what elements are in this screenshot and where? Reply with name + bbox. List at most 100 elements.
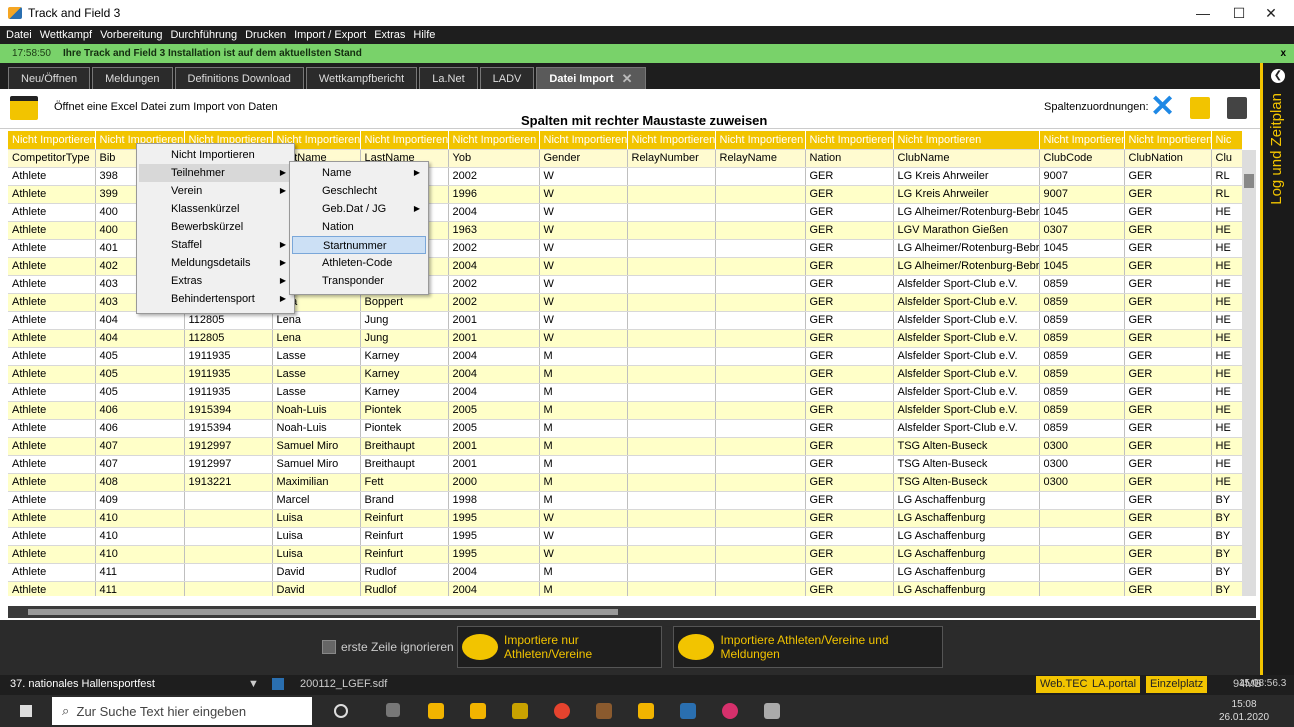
table-cell[interactable] — [184, 527, 273, 546]
chrome-icon[interactable] — [554, 703, 570, 719]
table-cell[interactable]: GER — [805, 365, 894, 384]
table-cell[interactable]: Alsfelder Sport-Club e.V. — [893, 383, 1040, 402]
table-cell[interactable]: ClubName — [893, 149, 1040, 168]
taskbar-search-input[interactable]: ⌕ Zur Suche Text hier eingeben — [52, 697, 312, 725]
table-cell[interactable] — [627, 419, 716, 438]
table-cell[interactable]: W — [539, 329, 628, 348]
table-cell[interactable]: GER — [805, 257, 894, 276]
table-cell[interactable]: Jung — [360, 329, 449, 348]
table-cell[interactable] — [715, 383, 806, 402]
table-cell[interactable]: 2004 — [448, 203, 540, 222]
table-cell[interactable] — [627, 239, 716, 258]
table-cell[interactable]: Lena — [272, 329, 361, 348]
table-row[interactable]: Athlete 410 Luisa Reinfurt 1995 W GER LG Aschaf… — [8, 509, 1242, 528]
table-cell[interactable]: 1045 — [1039, 239, 1125, 258]
table-cell[interactable]: GER — [805, 455, 894, 474]
table-cell[interactable]: HE — [1211, 383, 1242, 402]
menu-extras[interactable]: Extras — [374, 29, 405, 41]
table-cell[interactable]: Athlete — [8, 203, 96, 222]
table-cell[interactable] — [627, 437, 716, 456]
table-cell[interactable]: GER — [1124, 419, 1212, 438]
menu-item[interactable]: Geb.Dat / JG ▶ — [292, 200, 426, 218]
table-cell[interactable]: 405 — [95, 347, 185, 366]
table-cell[interactable]: Athlete — [8, 545, 96, 564]
table-cell[interactable]: LG Aschaffenburg — [893, 491, 1040, 510]
table-cell[interactable]: Nic — [1211, 131, 1242, 150]
table-cell[interactable]: HE — [1211, 329, 1242, 348]
table-cell[interactable]: GER — [1124, 455, 1212, 474]
table-cell[interactable]: GER — [805, 347, 894, 366]
menu-vorbereitung[interactable]: Vorbereitung — [100, 29, 162, 41]
table-cell[interactable]: M — [539, 581, 628, 596]
table-cell[interactable]: HE — [1211, 203, 1242, 222]
table-cell[interactable]: Alsfelder Sport-Club e.V. — [893, 311, 1040, 330]
table-row[interactable]: Athlete 405 1911935 Lasse Karney 2004 M GER Alsf… — [8, 347, 1242, 366]
table-cell[interactable] — [715, 329, 806, 348]
table-cell[interactable] — [715, 545, 806, 564]
table-cell[interactable] — [715, 509, 806, 528]
table-cell[interactable]: RelayNumber — [627, 149, 716, 168]
table-cell[interactable] — [627, 509, 716, 528]
scrollbar-thumb[interactable] — [28, 609, 618, 615]
table-cell[interactable]: TSG Alten-Buseck — [893, 473, 1040, 492]
menu-item[interactable]: Verein ▶ — [139, 182, 292, 200]
table-cell[interactable]: Nicht Importieren — [893, 131, 1040, 150]
table-cell[interactable]: 410 — [95, 509, 185, 528]
table-cell[interactable]: 2001 — [448, 329, 540, 348]
table-cell[interactable]: HE — [1211, 221, 1242, 240]
menu-item[interactable]: Nicht Importieren — [139, 146, 292, 164]
table-cell[interactable]: 1913221 — [184, 473, 273, 492]
table-cell[interactable] — [1039, 509, 1125, 528]
table-cell[interactable] — [715, 167, 806, 186]
table-cell[interactable]: W — [539, 221, 628, 240]
menu-item[interactable]: Athleten-Code — [292, 254, 426, 272]
table-cell[interactable]: 1911935 — [184, 347, 273, 366]
table-cell[interactable] — [715, 185, 806, 204]
table-cell[interactable]: GER — [1124, 383, 1212, 402]
table-cell[interactable]: 410 — [95, 545, 185, 564]
table-row[interactable]: Athlete 406 1915394 Noah-Luis Piontek 2005 M GE… — [8, 419, 1242, 438]
table-cell[interactable]: M — [539, 455, 628, 474]
table-cell[interactable]: M — [539, 365, 628, 384]
table-row[interactable]: Athlete 409 Marcel Brand 1998 M GER LG Aschaffe… — [8, 491, 1242, 510]
close-button[interactable]: ✕ — [1248, 0, 1294, 26]
photos-icon[interactable] — [764, 703, 780, 719]
table-row[interactable]: Athlete 404 112805 Lena Jung 2001 W GER Alsfelde… — [8, 329, 1242, 348]
table-cell[interactable]: Reinfurt — [360, 509, 449, 528]
table-cell[interactable]: 112805 — [184, 329, 273, 348]
table-cell[interactable] — [627, 401, 716, 420]
table-cell[interactable]: GER — [805, 383, 894, 402]
table-cell[interactable] — [715, 527, 806, 546]
table-cell[interactable]: Athlete — [8, 581, 96, 596]
table-cell[interactable]: 411 — [95, 563, 185, 582]
event-dropdown-icon[interactable]: ▼ — [248, 678, 259, 690]
table-cell[interactable] — [715, 203, 806, 222]
table-cell[interactable]: GER — [1124, 167, 1212, 186]
table-cell[interactable] — [715, 365, 806, 384]
table-cell[interactable]: Nicht Importieren — [448, 131, 540, 150]
table-cell[interactable]: HE — [1211, 257, 1242, 276]
table-cell[interactable] — [715, 275, 806, 294]
table-cell[interactable] — [184, 545, 273, 564]
table-cell[interactable]: GER — [805, 401, 894, 420]
table-cell[interactable]: W — [539, 509, 628, 528]
table-cell[interactable] — [627, 185, 716, 204]
menu-import-export[interactable]: Import / Export — [294, 29, 366, 41]
table-cell[interactable] — [627, 221, 716, 240]
table-cell[interactable]: 405 — [95, 383, 185, 402]
table-cell[interactable]: M — [539, 401, 628, 420]
table-cell[interactable]: Samuel Miro — [272, 455, 361, 474]
table-cell[interactable]: GER — [1124, 401, 1212, 420]
table-cell[interactable]: GER — [805, 167, 894, 186]
tab-definitions-download[interactable]: Definitions Download — [174, 67, 304, 89]
table-cell[interactable]: LG Aschaffenburg — [893, 563, 1040, 582]
table-cell[interactable]: GER — [1124, 311, 1212, 330]
table-cell[interactable]: Nicht Importieren — [627, 131, 716, 150]
table-cell[interactable]: M — [539, 383, 628, 402]
table-cell[interactable]: 2004 — [448, 365, 540, 384]
trackfield-active-icon[interactable] — [638, 703, 654, 719]
table-cell[interactable] — [627, 527, 716, 546]
table-cell[interactable]: Lasse — [272, 365, 361, 384]
table-cell[interactable] — [627, 167, 716, 186]
table-cell[interactable]: LG Aschaffenburg — [893, 527, 1040, 546]
